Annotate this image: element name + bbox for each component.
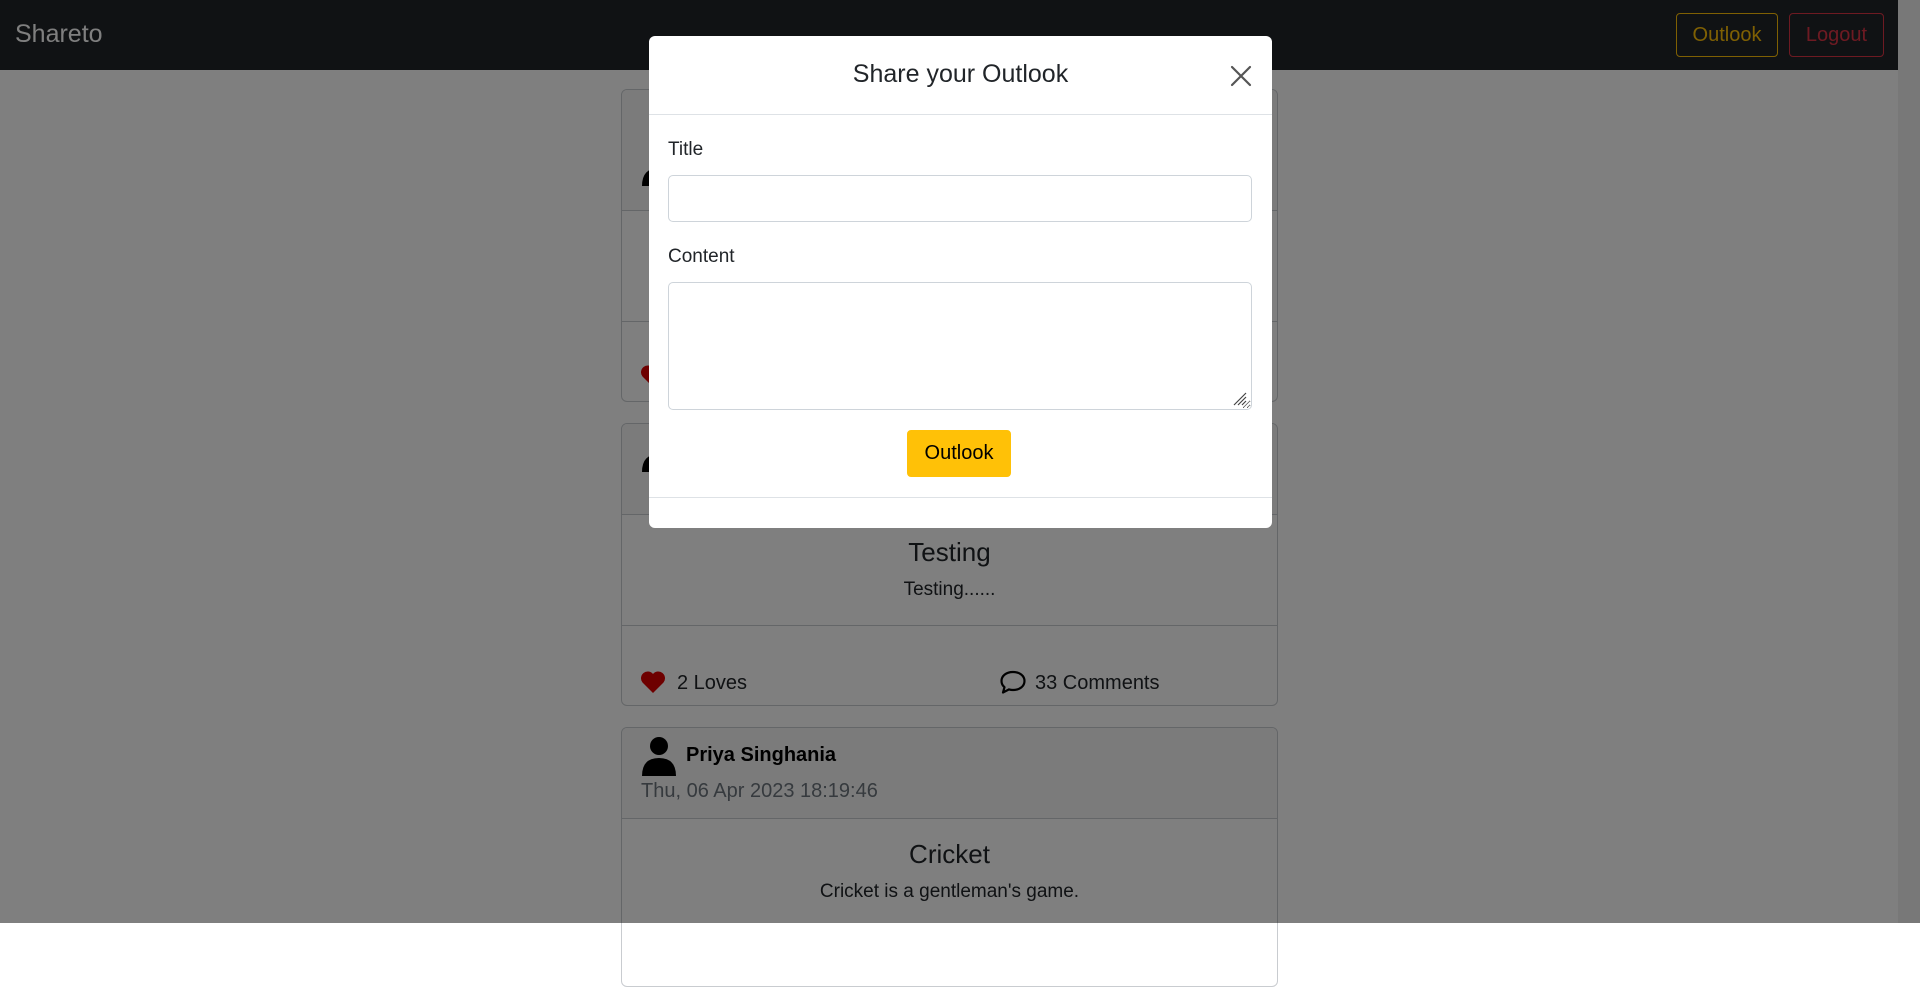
modal-title: Share your Outlook — [852, 60, 1069, 88]
modal-header: Share your Outlook — [649, 36, 1272, 115]
title-label: Title — [668, 139, 704, 160]
content-textarea[interactable] — [668, 282, 1252, 410]
outlook-submit-button[interactable]: Outlook — [907, 430, 1011, 477]
close-icon[interactable] — [1229, 64, 1253, 88]
modal-footer-divider — [649, 497, 1272, 498]
content-label: Content — [668, 246, 735, 267]
resize-handle-icon[interactable] — [1233, 392, 1247, 406]
title-input[interactable] — [668, 175, 1252, 222]
share-outlook-modal: Share your Outlook Title Content Outlook — [649, 36, 1272, 528]
